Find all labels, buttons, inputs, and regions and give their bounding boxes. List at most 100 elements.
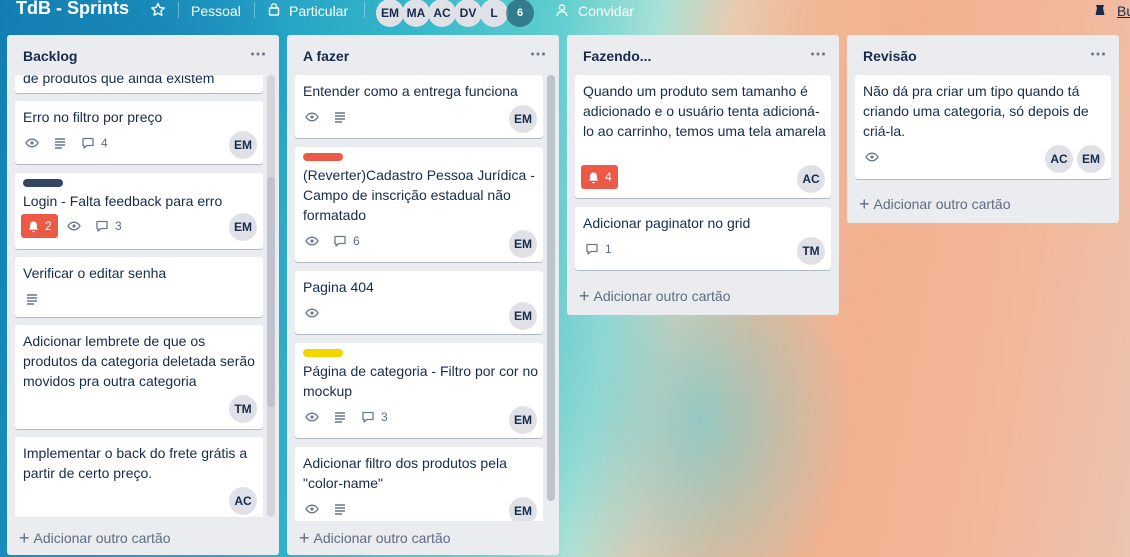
watch-badge [305,108,319,126]
list-menu-icon[interactable] [1089,45,1107,63]
plus-icon: + [579,286,590,306]
card-label[interactable] [303,153,343,161]
scrollbar[interactable] [547,75,555,501]
description-icon [27,294,37,305]
card[interactable]: Adicionar lembrete de que os produtos da… [15,325,263,429]
card-title: de produtos que ainda existem [23,75,215,86]
watch-badge [305,304,319,322]
description-icon [55,138,65,149]
card-title: Adicionar filtro dos produtos pela "colo… [303,455,507,491]
card-member-avatar[interactable]: AC [797,165,825,193]
add-card-button[interactable]: + Adicionar outro cartão [859,194,1011,214]
card[interactable]: Adicionar filtro dos produtos pela "colo… [295,447,543,521]
card-title: (Reverter)Cadastro Pessoa Jurídica - Cam… [303,167,535,223]
card-title: Implementar o back do frete grátis a par… [23,445,248,481]
card[interactable]: Implementar o back do frete grátis a par… [15,437,263,517]
header-divider [364,2,365,18]
list-backlog: Backlog de produtos que ainda existem Er… [7,35,279,555]
scrollbar[interactable] [267,75,275,517]
comments-count: 3 [381,410,388,424]
card-member-avatar[interactable]: EM [509,302,537,330]
card-member-avatar[interactable]: EM [229,213,257,241]
list-menu-icon[interactable] [529,45,547,63]
card[interactable]: Verificar o editar senha [15,257,263,317]
card-label[interactable] [23,179,63,187]
invite-button[interactable]: Convidar [578,3,634,19]
card-title: Adicionar lembrete de que os produtos da… [23,333,255,389]
board-title[interactable]: TdB - Sprints [16,0,129,19]
card-title: Entender como a entrega funciona [303,83,518,99]
card[interactable]: Adicionar paginator no grid 1 TM [575,207,831,270]
eye-icon [25,138,39,148]
card-label[interactable] [303,349,343,357]
member-avatar[interactable]: MA [402,0,430,27]
list-title[interactable]: Backlog [23,48,77,64]
scrollbar-thumb[interactable] [547,75,555,501]
eye-icon [305,412,319,422]
card-member-avatar[interactable]: AC [1045,145,1073,173]
list-header: Fazendo... [567,35,839,75]
description-icon [335,412,345,423]
list-revisao: Revisão Não dá pra criar um tipo quando … [847,35,1119,223]
card-member-avatar[interactable]: EM [1077,145,1105,173]
card-member-avatar[interactable]: EM [509,230,537,258]
card[interactable]: de produtos que ainda existem [15,75,263,93]
list-fazendo: Fazendo... Quando um produto sem tamanho… [567,35,839,315]
description-badge [53,134,67,152]
member-avatar[interactable]: AC [428,0,456,27]
member-avatar[interactable]: L [480,0,508,27]
card[interactable]: Erro no filtro por preço 4 EM [15,101,263,164]
card[interactable]: Quando um produto sem tamanho é adiciona… [575,75,831,198]
comments-count: 4 [101,136,108,150]
card-member-avatar[interactable]: TM [797,237,825,265]
member-avatar[interactable]: DV [454,0,482,27]
list-menu-icon[interactable] [249,45,267,63]
comment-icon [82,137,94,149]
comments-count: 1 [605,242,612,256]
card-list: Entender como a entrega funciona EM (Rev… [295,75,543,521]
card-title: Login - Falta feedback para erro [23,193,223,209]
add-member-icon[interactable] [555,3,569,17]
card-member-avatar[interactable]: EM [509,105,537,133]
plus-icon: + [859,194,870,214]
add-card-button[interactable]: + Adicionar outro cartão [19,529,170,547]
card-member-avatar[interactable]: EM [509,406,537,434]
list-menu-icon[interactable] [809,45,827,63]
card[interactable]: Entender como a entrega funciona EM [295,75,543,138]
card[interactable]: Não dá pra criar um tipo quando tá crian… [855,75,1111,179]
comment-icon [362,411,374,423]
card[interactable]: Pagina 404 EM [295,271,543,334]
description-badge [333,500,347,518]
card-member-avatar[interactable]: AC [229,487,257,515]
eye-icon [305,504,319,514]
card-member-avatar[interactable]: EM [509,497,537,521]
star-icon[interactable] [150,2,166,18]
card[interactable]: Página de categoria - Filtro por cor no … [295,343,543,438]
butler-icon[interactable] [1093,3,1107,17]
list-title[interactable]: Revisão [863,48,917,64]
butler-button[interactable]: Bu [1117,3,1130,19]
card-title: Quando um produto sem tamanho é adiciona… [583,83,826,139]
list-title[interactable]: Fazendo... [583,48,651,64]
list-a-fazer: A fazer Entender como a entrega funciona… [287,35,559,555]
scrollbar-thumb[interactable] [267,177,275,407]
member-overflow-count[interactable]: 6 [506,0,534,27]
watch-badge [67,217,81,235]
plus-icon: + [299,528,310,548]
member-avatar[interactable]: EM [376,0,404,27]
visibility-button[interactable]: Particular [289,3,348,19]
team-button[interactable]: Pessoal [191,3,241,19]
card[interactable]: Login - Falta feedback para erro 2 3 EM [15,173,263,249]
list-title[interactable]: A fazer [303,48,349,64]
watch-badge [25,134,39,152]
card[interactable]: (Reverter)Cadastro Pessoa Jurídica - Cam… [295,147,543,262]
card-member-avatar[interactable]: TM [229,395,257,423]
comments-badge: 4 [81,134,108,152]
description-badge [333,108,347,126]
header-divider [254,2,255,18]
add-card-label: Adicionar outro cartão [873,196,1011,212]
add-card-button[interactable]: + Adicionar outro cartão [579,286,730,306]
card-title: Pagina 404 [303,279,374,295]
add-card-button[interactable]: + Adicionar outro cartão [299,528,450,548]
card-member-avatar[interactable]: EM [229,131,257,159]
